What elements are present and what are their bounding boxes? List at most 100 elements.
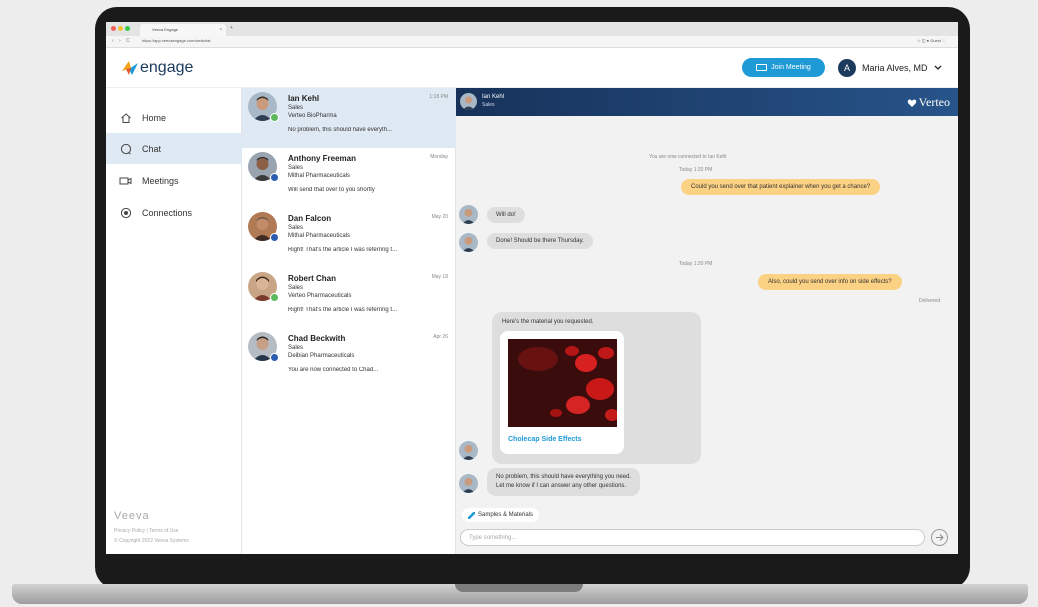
status-badge [270,173,279,182]
status-badge [270,293,279,302]
sidebar-item-home[interactable]: Home [106,102,242,133]
message-preview: Right! That's the article I was referrin… [288,307,398,313]
material-card[interactable]: Cholecap Side Effects [500,331,624,454]
material-message: Here's the material you requested. Chole… [492,312,701,464]
user-menu[interactable]: A Maria Alves, MD [838,58,942,78]
outgoing-message: Could you send over that patient explain… [681,179,881,195]
join-meeting-label: Join Meeting [771,64,811,71]
timestamp: May 18 [431,274,448,280]
conversation-item[interactable]: Robert Chan May 18 Sales Verteo Pharmace… [242,268,456,328]
copyright-text: © Copyright 2022 Veeva Systems [114,538,189,544]
avatar [459,474,478,493]
timestamp: May 20 [431,214,448,220]
contact-role: Sales [288,345,304,351]
message-timestamp: Today 1:20 PM [679,167,713,173]
send-button[interactable] [931,529,948,546]
minimize-window-dot[interactable] [118,26,123,31]
browser-nav-buttons[interactable]: ‹ › C [112,38,132,44]
verteo-logo-text: Verteo [918,95,950,109]
browser-toolbar-right[interactable]: ☆ ◫ ● Guest ⋮ [917,38,946,43]
conversation-item[interactable]: Dan Falcon May 20 Sales Mithal Pharmaceu… [242,208,456,268]
new-tab-button[interactable]: + [230,25,233,31]
message-line: Let me know if I can answer any other qu… [496,483,627,489]
status-badge [270,353,279,362]
contact-name: Robert Chan [288,274,336,283]
contact-role: Sales [288,225,304,231]
contact-name: Anthony Freeman [288,154,357,163]
material-thumbnail [508,339,617,427]
contact-name: Dan Falcon [288,214,332,223]
footer-links[interactable]: Privacy Policy | Terms of Use [114,528,179,534]
home-icon [119,111,132,124]
close-window-dot[interactable] [111,26,116,31]
chat-icon [119,142,132,155]
browser-url-bar: ‹ › C https://app.veevaengage.com/webcha… [106,36,958,48]
contact-name: Ian Kehl [288,94,320,103]
incoming-message: Done! Should be there Thursday. [487,233,593,249]
engage-logo-text: engage [140,59,194,76]
tab-close-icon[interactable]: × [220,26,222,31]
chat-pane: Ian Kehl Sales Verteo You are now connec… [456,88,958,554]
contact-name: Chad Beckwith [288,334,346,343]
url-input[interactable]: https://app.veevaengage.com/webchat [142,38,211,43]
veeva-logo: Veeva [114,510,150,522]
contact-company: Verteo Pharmaceuticals [288,293,352,299]
timestamp: 1:18 PM [429,94,448,100]
contact-company: Mithal Pharmaceuticals [288,233,351,239]
sidebar-item-meetings[interactable]: Meetings [106,165,242,196]
sidebar-item-label: Connections [142,207,193,218]
sidebar-item-label: Chat [142,143,162,154]
app-screen: Veeva Engage × + ‹ › C https://app.veeva… [106,22,958,554]
arrow-right-icon [936,534,944,541]
chat-header: Ian Kehl Sales Verteo [456,88,958,116]
material-title-link[interactable]: Cholecap Side Effects [508,436,582,443]
message-preview: Right! That's the article I was referrin… [288,247,398,253]
contact-role: Sales [288,105,304,111]
message-line: No problem, this should have everything … [496,474,632,480]
sidebar-item-label: Home [142,112,167,123]
browser-tab-bar: Veeva Engage × + [106,22,958,36]
outgoing-message: Also, could you send over info on side e… [758,274,902,290]
message-preview: No problem, this should have everyth... [288,127,393,133]
chevron-down-icon [934,65,941,70]
status-badge [270,233,279,242]
samples-materials-button[interactable]: Samples & Materials [462,508,540,522]
incoming-message: Will do! [487,207,525,223]
maximize-window-dot[interactable] [125,26,130,31]
laptop-notch [455,584,583,592]
user-avatar: A [838,59,856,77]
video-icon [119,174,132,187]
join-meeting-button[interactable]: Join Meeting [742,58,825,77]
conversation-list: Ian Kehl 1:18 PM Sales Verteo BioPharma … [242,88,456,554]
engage-logo[interactable]: engage [122,57,193,79]
contact-role: Sales [288,165,304,171]
video-camera-icon [756,64,768,71]
connected-notice: You are now connected to Ian Kehl [649,154,727,160]
chat-contact-name: Ian Kehl [482,94,505,100]
sidebar-item-connections[interactable]: Connections [106,197,242,228]
timestamp: Monday [430,154,448,160]
timestamp: Apr 26 [433,334,448,340]
contact-company: Verteo BioPharma [288,113,337,119]
sidebar-item-chat[interactable]: Chat [106,133,242,164]
connections-icon [119,206,132,219]
user-name: Maria Alves, MD [862,63,928,73]
conversation-item[interactable]: Ian Kehl 1:18 PM Sales Verteo BioPharma … [242,88,456,148]
avatar [459,441,478,460]
material-intro: Here's the material you requested. [502,319,594,325]
message-timestamp: Today 1:20 PM [679,261,713,267]
chat-contact-role: Sales [482,102,495,108]
message-preview: Will send that over to you shortly [288,187,375,193]
incoming-message: No problem, this should have everything … [487,468,641,496]
avatar [459,233,478,252]
message-input[interactable]: Type something... [460,529,925,546]
app-header: engage Join Meeting A Maria Alves, MD [106,48,958,88]
browser-tab[interactable]: Veeva Engage × [140,24,226,36]
tab-title: Veeva Engage [152,27,179,32]
engage-logo-icon [122,59,138,77]
conversation-item[interactable]: Chad Beckwith Apr 26 Sales Deibian Pharm… [242,328,456,388]
sidebar-nav: Home Chat Meetings Connections Veeva Pri… [106,88,242,554]
samples-label: Samples & Materials [478,512,534,518]
verteo-heart-icon [907,98,916,107]
conversation-item[interactable]: Anthony Freeman Monday Sales Mithal Phar… [242,148,456,208]
